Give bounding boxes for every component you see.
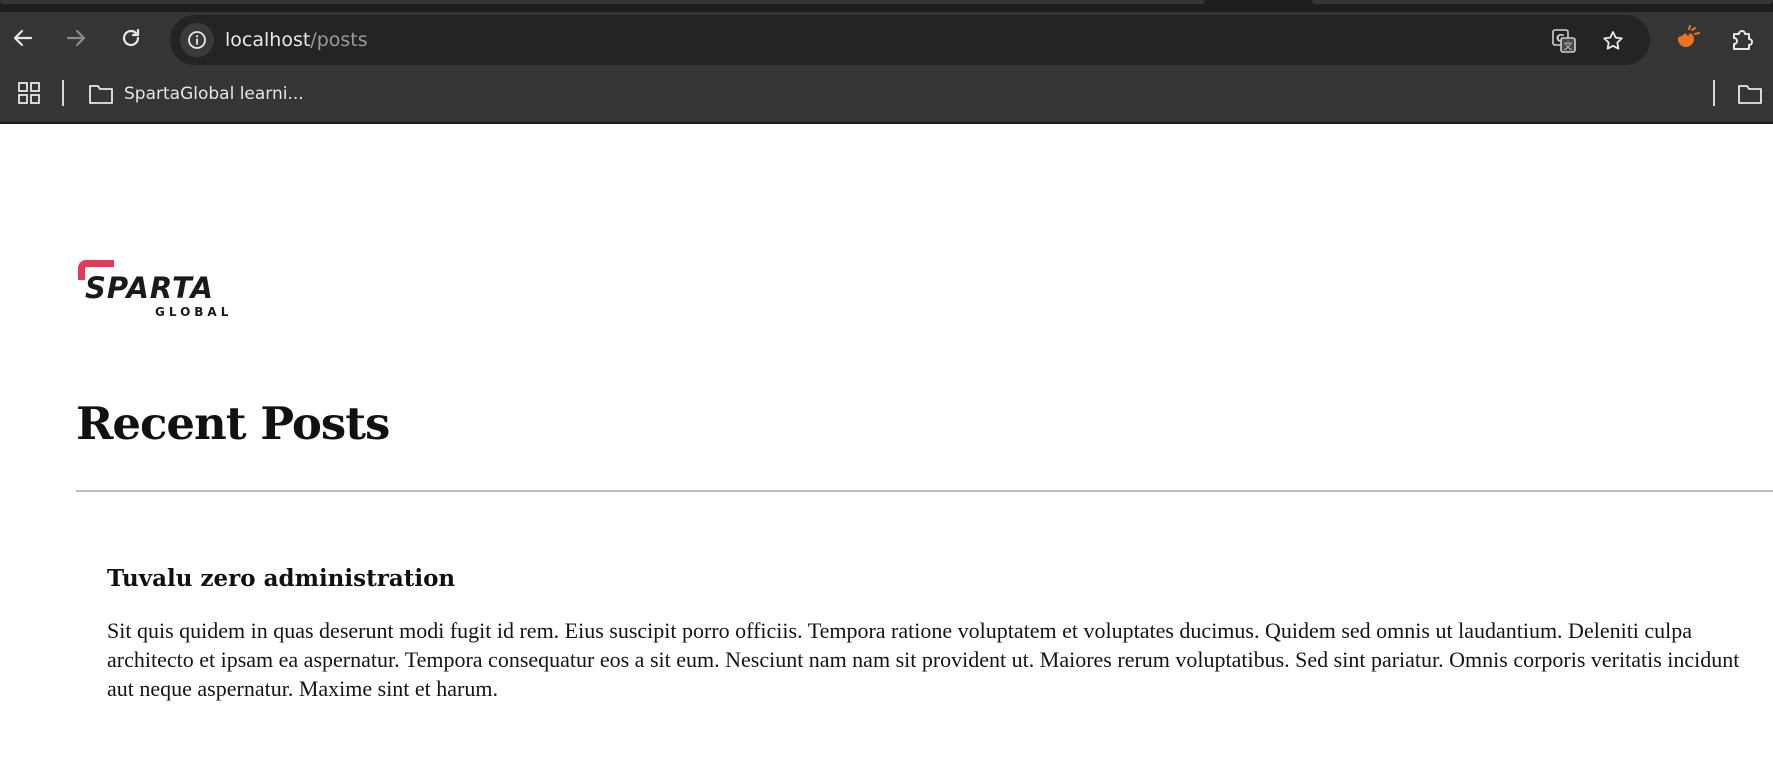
back-button[interactable] [9, 24, 37, 52]
sparta-global-logo[interactable]: SPARTA GLOBAL [76, 258, 236, 320]
svg-text:文: 文 [1564, 40, 1573, 52]
url-text[interactable]: localhost/posts [225, 28, 368, 52]
arrow-right-icon [66, 29, 86, 47]
browser-toolbar: localhost/posts G 文 [0, 12, 1773, 65]
puzzle-icon [1733, 30, 1753, 50]
page-title: Recent Posts [76, 397, 390, 450]
star-icon [1603, 31, 1623, 50]
translate-button[interactable]: G 文 [1550, 27, 1578, 55]
browser-chrome: localhost/posts G 文 [0, 0, 1773, 124]
bookmark-star-button[interactable] [1599, 27, 1627, 55]
svg-text:GLOBAL: GLOBAL [155, 305, 232, 319]
bookmark-folder-spartaglobal[interactable]: SpartaGlobal learni... [88, 80, 304, 108]
folder-icon [89, 85, 113, 104]
extension-icon [1678, 25, 1700, 47]
inactive-tab-edge[interactable] [1312, 0, 1773, 4]
title-divider [76, 490, 1773, 492]
url-path: /posts [310, 29, 368, 51]
bookmarks-separator [62, 80, 64, 106]
post-title[interactable]: Tuvalu zero administration [107, 564, 1767, 594]
active-tab-edge[interactable] [0, 0, 1205, 4]
site-info-button[interactable] [180, 23, 214, 57]
bookmarks-separator-right [1713, 80, 1715, 106]
folder-icon[interactable] [1737, 81, 1763, 107]
page-content: SPARTA GLOBAL Recent Posts Tuvalu zero a… [0, 124, 1773, 781]
translate-icon: G 文 [1552, 29, 1576, 53]
post-card: Tuvalu zero administration Sit quis quid… [107, 564, 1767, 703]
reload-icon [122, 28, 140, 47]
tab-strip [0, 0, 1773, 12]
extension-button[interactable] [1672, 24, 1702, 54]
forward-button[interactable] [62, 24, 90, 52]
url-host: localhost [225, 29, 311, 51]
post-body: Sit quis quidem in quas deserunt modi fu… [107, 618, 1740, 701]
apps-grid-icon[interactable] [16, 80, 42, 106]
bookmark-folder-label: SpartaGlobal learni... [124, 84, 304, 104]
info-icon [188, 31, 206, 49]
reload-button[interactable] [117, 24, 145, 52]
svg-text:SPARTA: SPARTA [85, 271, 214, 305]
address-bar[interactable]: localhost/posts G 文 [170, 15, 1650, 65]
arrow-left-icon [13, 29, 33, 47]
extensions-menu-button[interactable] [1728, 24, 1758, 54]
bookmarks-bar: SpartaGlobal learni... [0, 66, 1773, 122]
